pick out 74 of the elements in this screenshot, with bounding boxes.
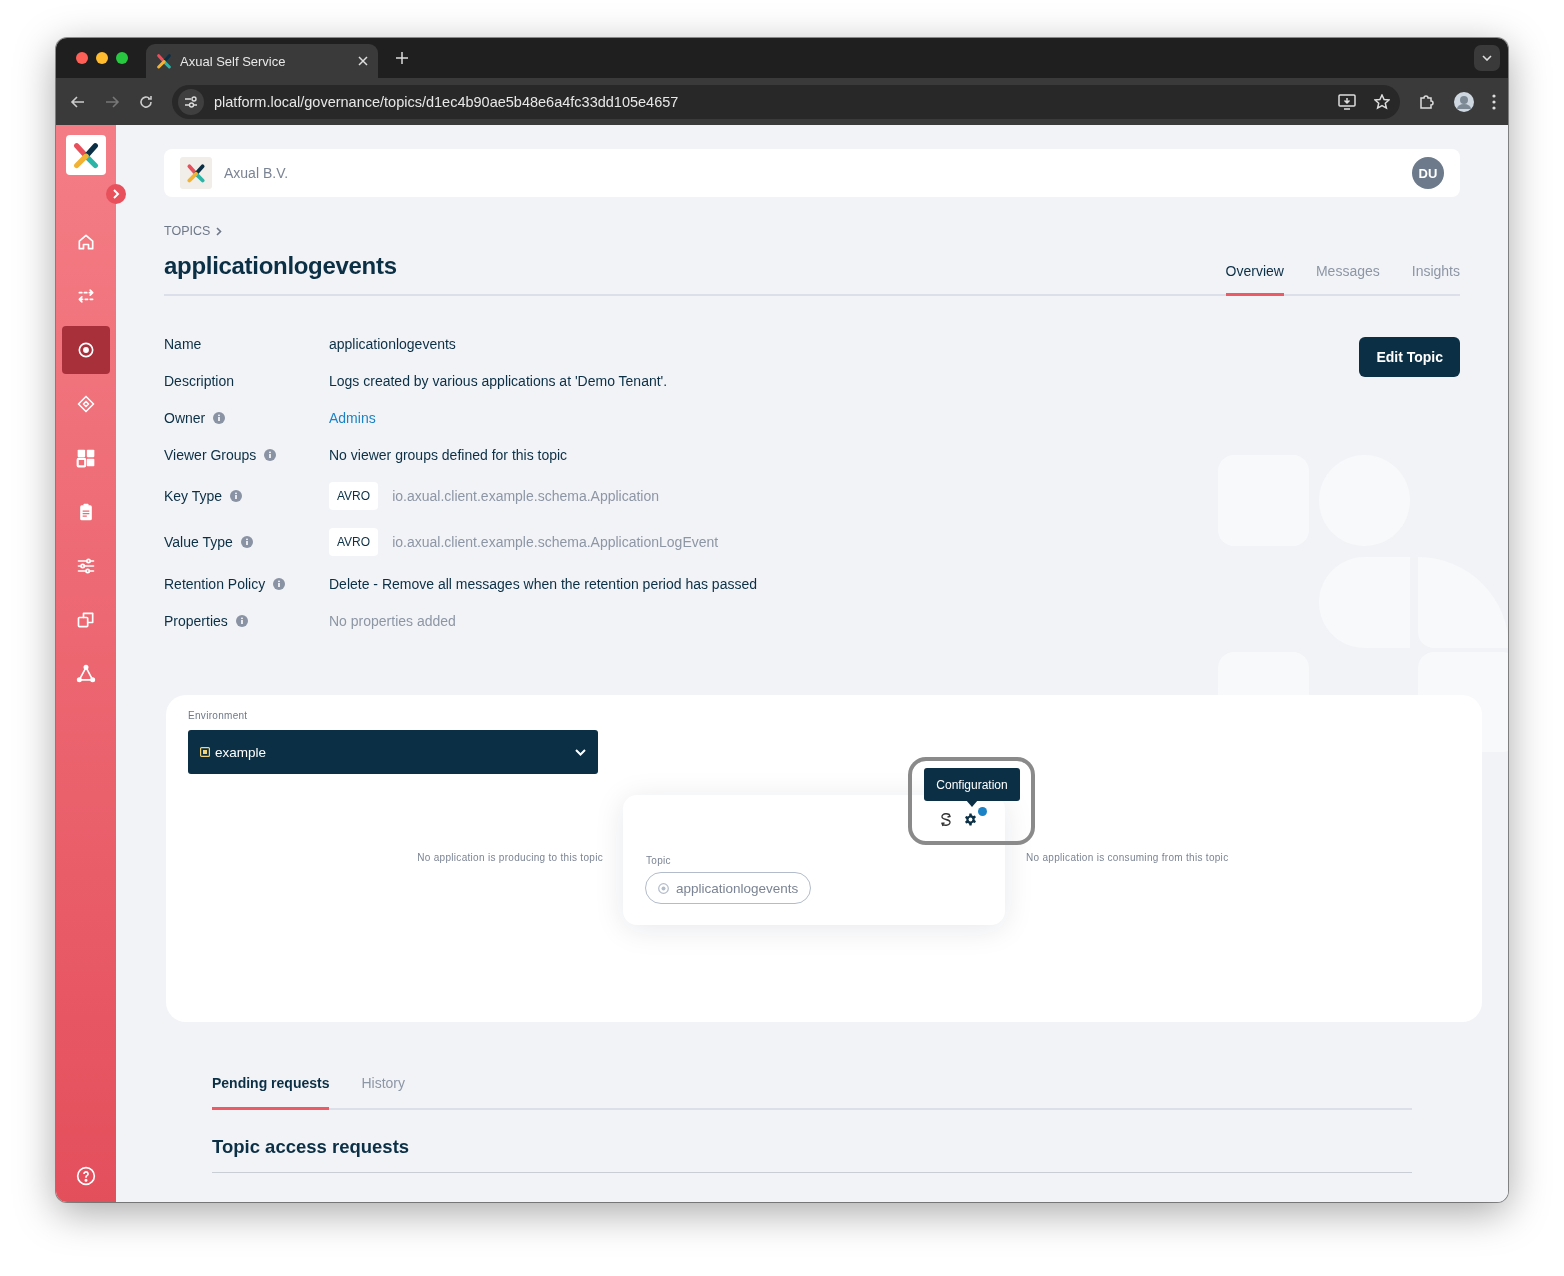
- target-icon: [658, 882, 669, 894]
- format-badge: AVRO: [329, 482, 379, 510]
- detail-label: Viewer Groups: [164, 446, 257, 463]
- environment-dropdown[interactable]: example: [188, 730, 598, 774]
- sync-icon[interactable]: [940, 813, 952, 827]
- owner-link[interactable]: Admins: [329, 409, 376, 426]
- schema-name: io.axual.client.example.schema.Application: [392, 488, 660, 504]
- site-settings-icon[interactable]: [178, 88, 204, 115]
- detail-value: No viewer groups defined for this topic: [329, 446, 568, 463]
- detail-label: Name: [164, 335, 202, 352]
- forward-icon[interactable]: [104, 93, 120, 110]
- chevron-right-icon: [216, 226, 223, 236]
- triangle-nodes-icon: [76, 664, 96, 684]
- section-title: Topic access requests: [212, 1136, 1412, 1173]
- chevron-down-icon: [1482, 55, 1492, 61]
- tab[interactable]: Pending requests: [212, 1075, 330, 1110]
- chevron-right-icon: [112, 189, 120, 199]
- detail-label: Retention Policy: [164, 575, 266, 592]
- page-title: applicationlogevents: [164, 252, 398, 280]
- sliders-icon: [76, 556, 96, 576]
- node-label: Topic: [646, 855, 671, 866]
- chevron-down-icon: [575, 748, 586, 756]
- more-menu-icon[interactable]: [1492, 93, 1496, 110]
- install-icon[interactable]: [1338, 93, 1356, 110]
- breadcrumb-link[interactable]: TOPICS: [164, 224, 211, 238]
- settings-icon[interactable]: [964, 813, 977, 826]
- reload-icon[interactable]: [138, 93, 154, 110]
- target-icon: [76, 340, 96, 360]
- diamond-icon: [76, 394, 96, 414]
- detail-label: Owner: [164, 409, 206, 426]
- x-logo-icon: [156, 53, 172, 69]
- sidebar-item[interactable]: [62, 326, 110, 374]
- app-logo[interactable]: [66, 135, 106, 175]
- format-badge: AVRO: [329, 528, 379, 556]
- detail-label: Value Type: [164, 534, 233, 550]
- detail-value: Delete - Remove all messages when the retention period has passed: [329, 575, 758, 592]
- back-icon[interactable]: [70, 93, 86, 110]
- detail-label: Description: [164, 372, 235, 389]
- close-window-button[interactable]: [76, 52, 88, 64]
- address-bar[interactable]: platform.local/governance/topics/d1ec4b90ae5b48e6a4fc33dd105e4657: [172, 84, 1400, 119]
- detail-value: applicationlogevents: [329, 335, 456, 352]
- empty-message: No application is consuming from this topic: [1026, 852, 1229, 863]
- bookmark-star-icon[interactable]: [1374, 93, 1390, 110]
- detail-value: Logs created by various applications at 'Demo Tenant'.: [329, 372, 668, 389]
- user-avatar[interactable]: DU: [1412, 157, 1444, 189]
- copy-icon: [76, 610, 96, 630]
- organization-name: Axual B.V.: [224, 165, 290, 181]
- grid-icon: [76, 448, 96, 468]
- edit-topic-button[interactable]: Edit Topic: [1359, 337, 1460, 377]
- minimize-window-button[interactable]: [96, 52, 108, 64]
- detail-label: Properties: [164, 612, 228, 629]
- tab-list-button[interactable]: [1474, 45, 1500, 71]
- new-tab-icon[interactable]: [396, 52, 408, 64]
- help-icon[interactable]: [76, 1166, 96, 1186]
- empty-message: No application is producing to this topic: [417, 852, 603, 863]
- tab[interactable]: History: [361, 1075, 406, 1110]
- tab[interactable]: Overview: [1225, 263, 1284, 296]
- field-label: Environment: [188, 710, 248, 721]
- detail-label: Key Type: [164, 488, 223, 504]
- tooltip: Configuration: [924, 768, 1020, 801]
- organization-logo: [180, 157, 212, 189]
- arrows-icon: [76, 286, 96, 306]
- tab[interactable]: Insights: [1411, 263, 1460, 296]
- browser-tab[interactable]: Axual Self Service: [146, 44, 378, 78]
- schema-name: io.axual.client.example.schema.ApplicationLogEvent: [392, 534, 719, 550]
- environment-icon: [200, 747, 210, 757]
- detail-value: No properties added: [329, 612, 456, 629]
- extensions-icon[interactable]: [1418, 92, 1436, 111]
- expand-sidebar-button[interactable]: [106, 184, 126, 204]
- maximize-window-button[interactable]: [116, 52, 128, 64]
- close-tab-icon[interactable]: [358, 56, 368, 66]
- tab[interactable]: Messages: [1315, 263, 1380, 296]
- profile-avatar-icon[interactable]: [1454, 91, 1474, 112]
- home-icon: [76, 232, 96, 252]
